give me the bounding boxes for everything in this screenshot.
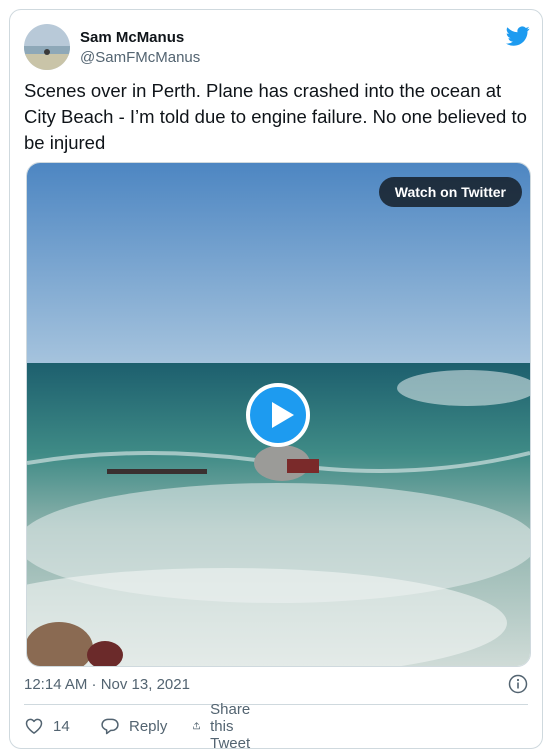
info-icon[interactable] [508, 674, 528, 694]
tweet-header: Sam McManus @SamFMcManus [24, 24, 530, 70]
share-label: Share this Tweet [210, 700, 251, 752]
share-button[interactable]: Share this Tweet [192, 701, 261, 752]
reply-button[interactable]: Reply [100, 714, 167, 738]
divider [24, 704, 528, 705]
user-name[interactable]: Sam McManus [80, 29, 184, 47]
reply-label: Reply [129, 717, 168, 735]
reply-bubble-icon [101, 718, 119, 735]
tweet-timestamp[interactable]: 12:14 AM · Nov 13, 2021 [24, 675, 190, 695]
play-icon[interactable] [246, 383, 310, 447]
video-player[interactable]: Watch on Twitter [26, 162, 531, 667]
user-handle[interactable]: @SamFMcManus [80, 49, 200, 67]
tweet-text: Scenes over in Perth. Plane has crashed … [24, 80, 527, 153]
heart-icon [25, 718, 43, 734]
share-icon [193, 722, 200, 730]
watch-on-twitter-button[interactable]: Watch on Twitter [378, 177, 522, 207]
twitter-bird-icon[interactable] [506, 24, 530, 48]
like-button[interactable]: 14 [24, 714, 70, 738]
tweet-card: Sam McManus @SamFMcManus Scenes over in … [9, 9, 543, 752]
like-count: 14 [53, 717, 70, 735]
avatar[interactable] [24, 24, 70, 70]
